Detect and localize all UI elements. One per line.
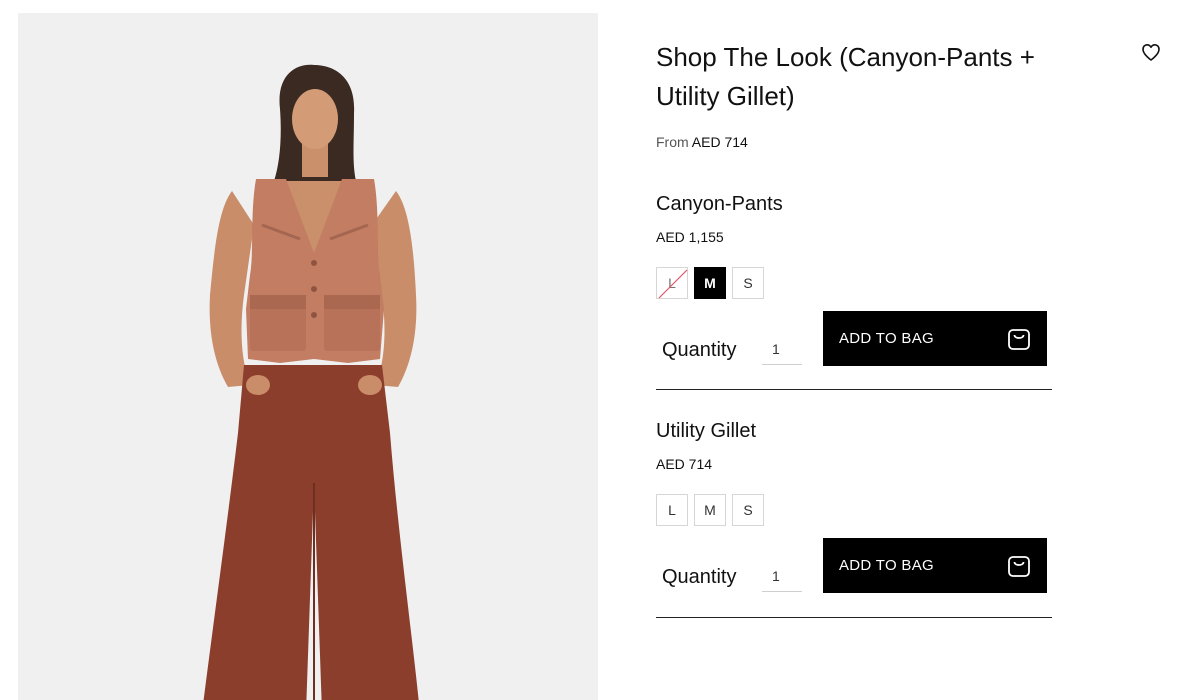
add-to-bag-button[interactable]: ADD TO BAG (823, 538, 1047, 593)
size-option-l-unavailable[interactable]: L (656, 267, 688, 299)
shopping-bag-icon (1008, 555, 1030, 577)
size-label: L (668, 502, 676, 518)
from-price-value: AED 714 (691, 134, 748, 150)
product-image (18, 13, 598, 700)
quantity-label: Quantity (662, 339, 737, 361)
divider (656, 389, 1052, 390)
starting-price: From AED 714 (656, 134, 748, 150)
size-label: M (704, 502, 716, 518)
product-title: Shop The Look (Canyon-Pants + Utility Gi… (656, 42, 1035, 111)
size-option-s[interactable]: S (732, 494, 764, 526)
quantity-input[interactable] (762, 560, 802, 592)
add-to-bag-label: ADD TO BAG (839, 557, 934, 574)
size-option-m[interactable]: M (694, 494, 726, 526)
size-selector: L M S (656, 267, 764, 299)
size-label: M (704, 275, 716, 291)
item-price: AED 714 (656, 456, 713, 472)
quantity-label: Quantity (662, 566, 737, 588)
size-option-m-selected[interactable]: M (694, 267, 726, 299)
item-price: AED 1,155 (656, 229, 724, 245)
quantity-input[interactable] (762, 333, 802, 365)
model-illustration (18, 13, 598, 700)
size-option-l[interactable]: L (656, 494, 688, 526)
item-name: Utility Gillet (656, 420, 757, 442)
divider (656, 617, 1052, 618)
size-label: L (668, 275, 676, 291)
item-name: Canyon-Pants (656, 193, 783, 215)
size-selector: L M S (656, 494, 764, 526)
from-label: From (656, 134, 689, 150)
size-option-s[interactable]: S (732, 267, 764, 299)
size-label: S (743, 275, 753, 291)
add-to-bag-button[interactable]: ADD TO BAG (823, 311, 1047, 366)
shopping-bag-icon (1008, 328, 1030, 350)
add-to-bag-label: ADD TO BAG (839, 330, 934, 347)
heart-icon[interactable] (1139, 40, 1163, 64)
size-label: S (743, 502, 753, 518)
